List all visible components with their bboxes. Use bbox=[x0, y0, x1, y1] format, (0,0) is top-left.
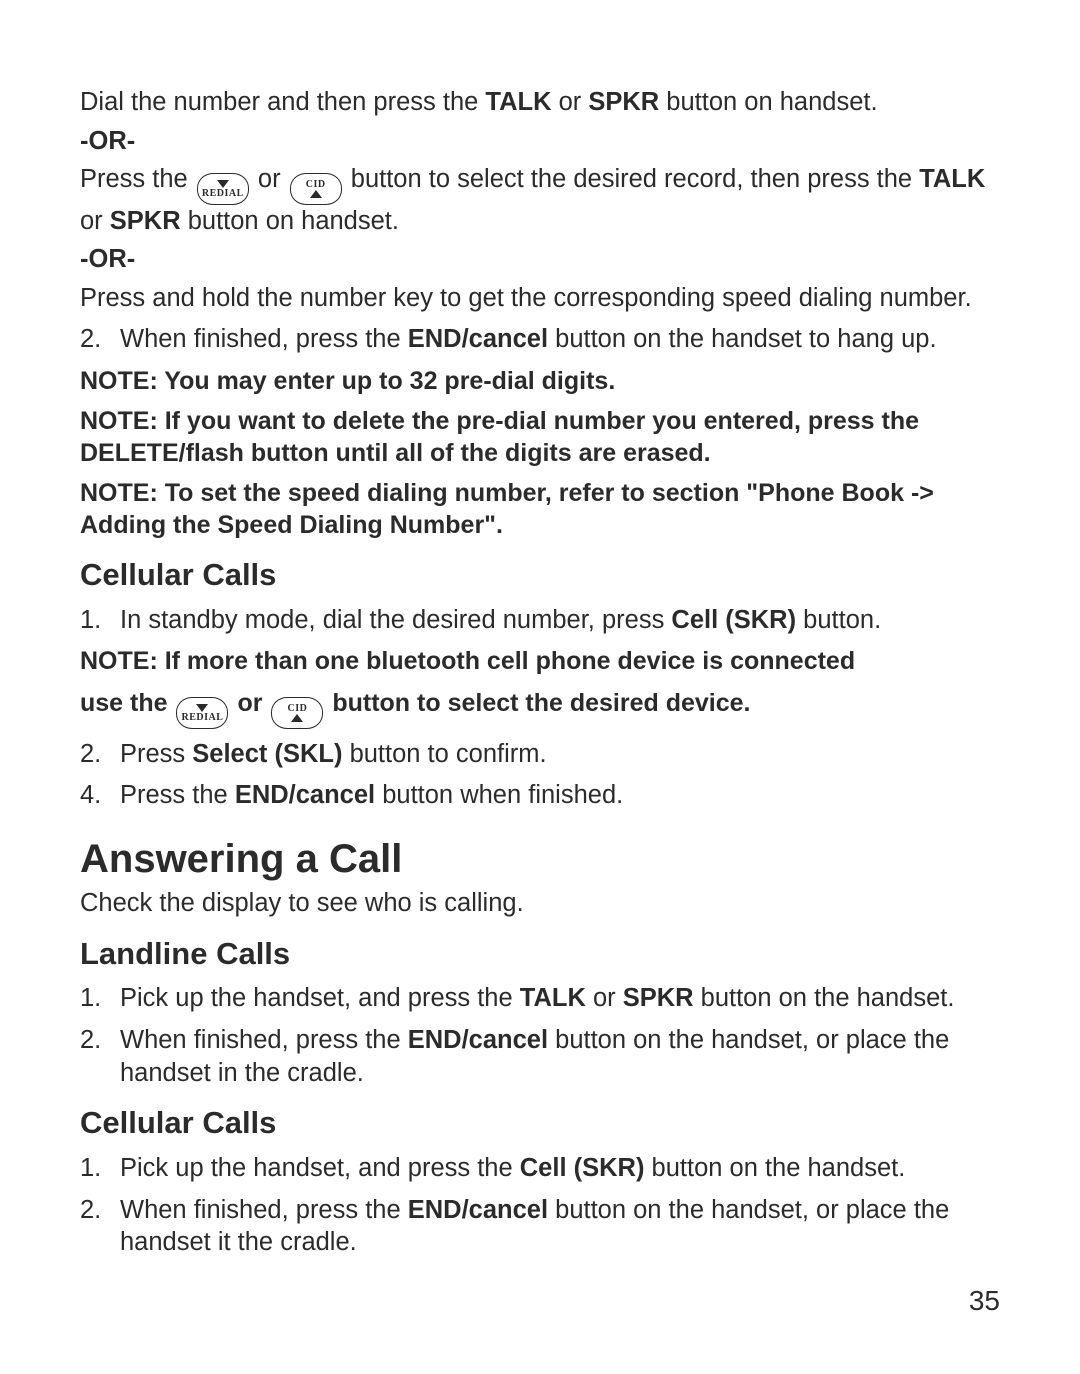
text: or bbox=[237, 689, 269, 717]
text: Pick up the handset, and press the bbox=[120, 984, 520, 1012]
step-dial-number: Dial the number and then press the TALK … bbox=[80, 86, 1000, 119]
icon-label: REDIAL bbox=[202, 189, 244, 198]
list-item: 2. When finished, press the END/cancel b… bbox=[80, 323, 1000, 356]
step-press-redial-cid: Press the REDIAL or CID button to select… bbox=[80, 163, 1000, 237]
text: When finished, press the bbox=[120, 325, 408, 353]
list-marker: 1. bbox=[80, 604, 120, 637]
btn-end-cancel-label: END/cancel bbox=[408, 1026, 548, 1054]
list-marker: 4. bbox=[80, 779, 120, 812]
btn-select-skl-label: Select (SKL) bbox=[192, 740, 342, 768]
text: button to confirm. bbox=[342, 740, 546, 768]
btn-talk-label: TALK bbox=[919, 165, 985, 193]
btn-talk-label: TALK bbox=[520, 984, 586, 1012]
text: or bbox=[258, 165, 288, 193]
note-delete-predial: NOTE: If you want to delete the pre-dial… bbox=[80, 405, 1000, 469]
btn-end-cancel-label: END/cancel bbox=[408, 325, 548, 353]
icon-label: CID bbox=[287, 704, 307, 713]
text: button when finished. bbox=[375, 781, 623, 809]
text: button to select the desired device. bbox=[332, 689, 750, 717]
text: Press bbox=[120, 740, 192, 768]
text: button on the handset. bbox=[644, 1154, 905, 1182]
text: Dial the number and then press the bbox=[80, 88, 485, 116]
btn-spkr-label: SPKR bbox=[588, 88, 659, 116]
icon-label: REDIAL bbox=[182, 713, 224, 722]
text: button. bbox=[796, 606, 881, 634]
cid-up-icon: CID bbox=[269, 695, 325, 728]
list-item: 1. In standby mode, dial the desired num… bbox=[80, 604, 1000, 637]
list-marker: 2. bbox=[80, 323, 120, 356]
page-number: 35 bbox=[969, 1283, 1000, 1319]
text: button on the handset. bbox=[694, 984, 955, 1012]
note-speed-dial-ref: NOTE: To set the speed dialing number, r… bbox=[80, 477, 1000, 541]
manual-page: Dial the number and then press the TALK … bbox=[0, 0, 1080, 1374]
text: use the bbox=[80, 689, 174, 717]
note-line: NOTE: If more than one bluetooth cell ph… bbox=[80, 645, 1000, 677]
step-end-cancel-cell: Press the END/cancel button when finishe… bbox=[120, 779, 1000, 812]
step-pickup-cell: Pick up the handset, and press the Cell … bbox=[120, 1152, 1000, 1185]
list-item: 1. Pick up the handset, and press the TA… bbox=[80, 982, 1000, 1015]
redial-down-icon: REDIAL bbox=[174, 695, 230, 728]
cid-up-icon: CID bbox=[288, 171, 344, 204]
redial-down-icon: REDIAL bbox=[195, 171, 251, 204]
step-end-landline: When finished, press the END/cancel butt… bbox=[120, 1024, 1000, 1089]
note-line: use the REDIAL or CID button to select t… bbox=[80, 687, 1000, 728]
text: When finished, press the bbox=[120, 1196, 408, 1224]
text: button to select the desired record, the… bbox=[351, 165, 919, 193]
list-item: 2. When finished, press the END/cancel b… bbox=[80, 1194, 1000, 1259]
text: or bbox=[80, 207, 110, 235]
btn-end-cancel-label: END/cancel bbox=[235, 781, 375, 809]
list-marker: 1. bbox=[80, 982, 120, 1015]
btn-cell-skr-label: Cell (SKR) bbox=[671, 606, 796, 634]
list-marker: 1. bbox=[80, 1152, 120, 1185]
step-end-cancel: When finished, press the END/cancel butt… bbox=[120, 323, 1000, 356]
or-separator: -OR- bbox=[80, 125, 1000, 158]
btn-spkr-label: SPKR bbox=[623, 984, 694, 1012]
btn-spkr-label: SPKR bbox=[110, 207, 181, 235]
text: Press the bbox=[120, 781, 235, 809]
text: Press the bbox=[80, 165, 195, 193]
note-bt-select-device: NOTE: If more than one bluetooth cell ph… bbox=[80, 645, 1000, 728]
text: When finished, press the bbox=[120, 1026, 408, 1054]
step-dial-cell: In standby mode, dial the desired number… bbox=[120, 604, 1000, 637]
text: or bbox=[552, 88, 589, 116]
step-hold-number-key: Press and hold the number key to get the… bbox=[80, 282, 1000, 315]
note-predial-digits: NOTE: You may enter up to 32 pre-dial di… bbox=[80, 365, 1000, 397]
list-marker: 2. bbox=[80, 738, 120, 771]
list-item: 2. When finished, press the END/cancel b… bbox=[80, 1024, 1000, 1089]
btn-cell-skr-label: Cell (SKR) bbox=[520, 1154, 645, 1182]
step-pickup-landline: Pick up the handset, and press the TALK … bbox=[120, 982, 1000, 1015]
heading-answering-call: Answering a Call bbox=[80, 834, 1000, 885]
step-end-cell: When finished, press the END/cancel butt… bbox=[120, 1194, 1000, 1259]
list-item: 1. Pick up the handset, and press the Ce… bbox=[80, 1152, 1000, 1185]
list-marker: 2. bbox=[80, 1194, 120, 1227]
list-item: 4. Press the END/cancel button when fini… bbox=[80, 779, 1000, 812]
btn-talk-label: TALK bbox=[485, 88, 551, 116]
btn-end-cancel-label: END/cancel bbox=[408, 1196, 548, 1224]
or-separator: -OR- bbox=[80, 243, 1000, 276]
text: button on handset. bbox=[181, 207, 399, 235]
icon-label: CID bbox=[306, 180, 326, 189]
text: button on handset. bbox=[659, 88, 877, 116]
text: In standby mode, dial the desired number… bbox=[120, 606, 671, 634]
text: Pick up the handset, and press the bbox=[120, 1154, 520, 1182]
heading-cellular-calls: Cellular Calls bbox=[80, 555, 1000, 595]
list-item: 2. Press Select (SKL) button to confirm. bbox=[80, 738, 1000, 771]
list-marker: 2. bbox=[80, 1024, 120, 1057]
heading-cellular-calls-answer: Cellular Calls bbox=[80, 1103, 1000, 1143]
text: or bbox=[586, 984, 623, 1012]
heading-landline-calls: Landline Calls bbox=[80, 934, 1000, 974]
answer-intro: Check the display to see who is calling. bbox=[80, 887, 1000, 920]
text: button on the handset to hang up. bbox=[548, 325, 937, 353]
step-select-skl: Press Select (SKL) button to confirm. bbox=[120, 738, 1000, 771]
